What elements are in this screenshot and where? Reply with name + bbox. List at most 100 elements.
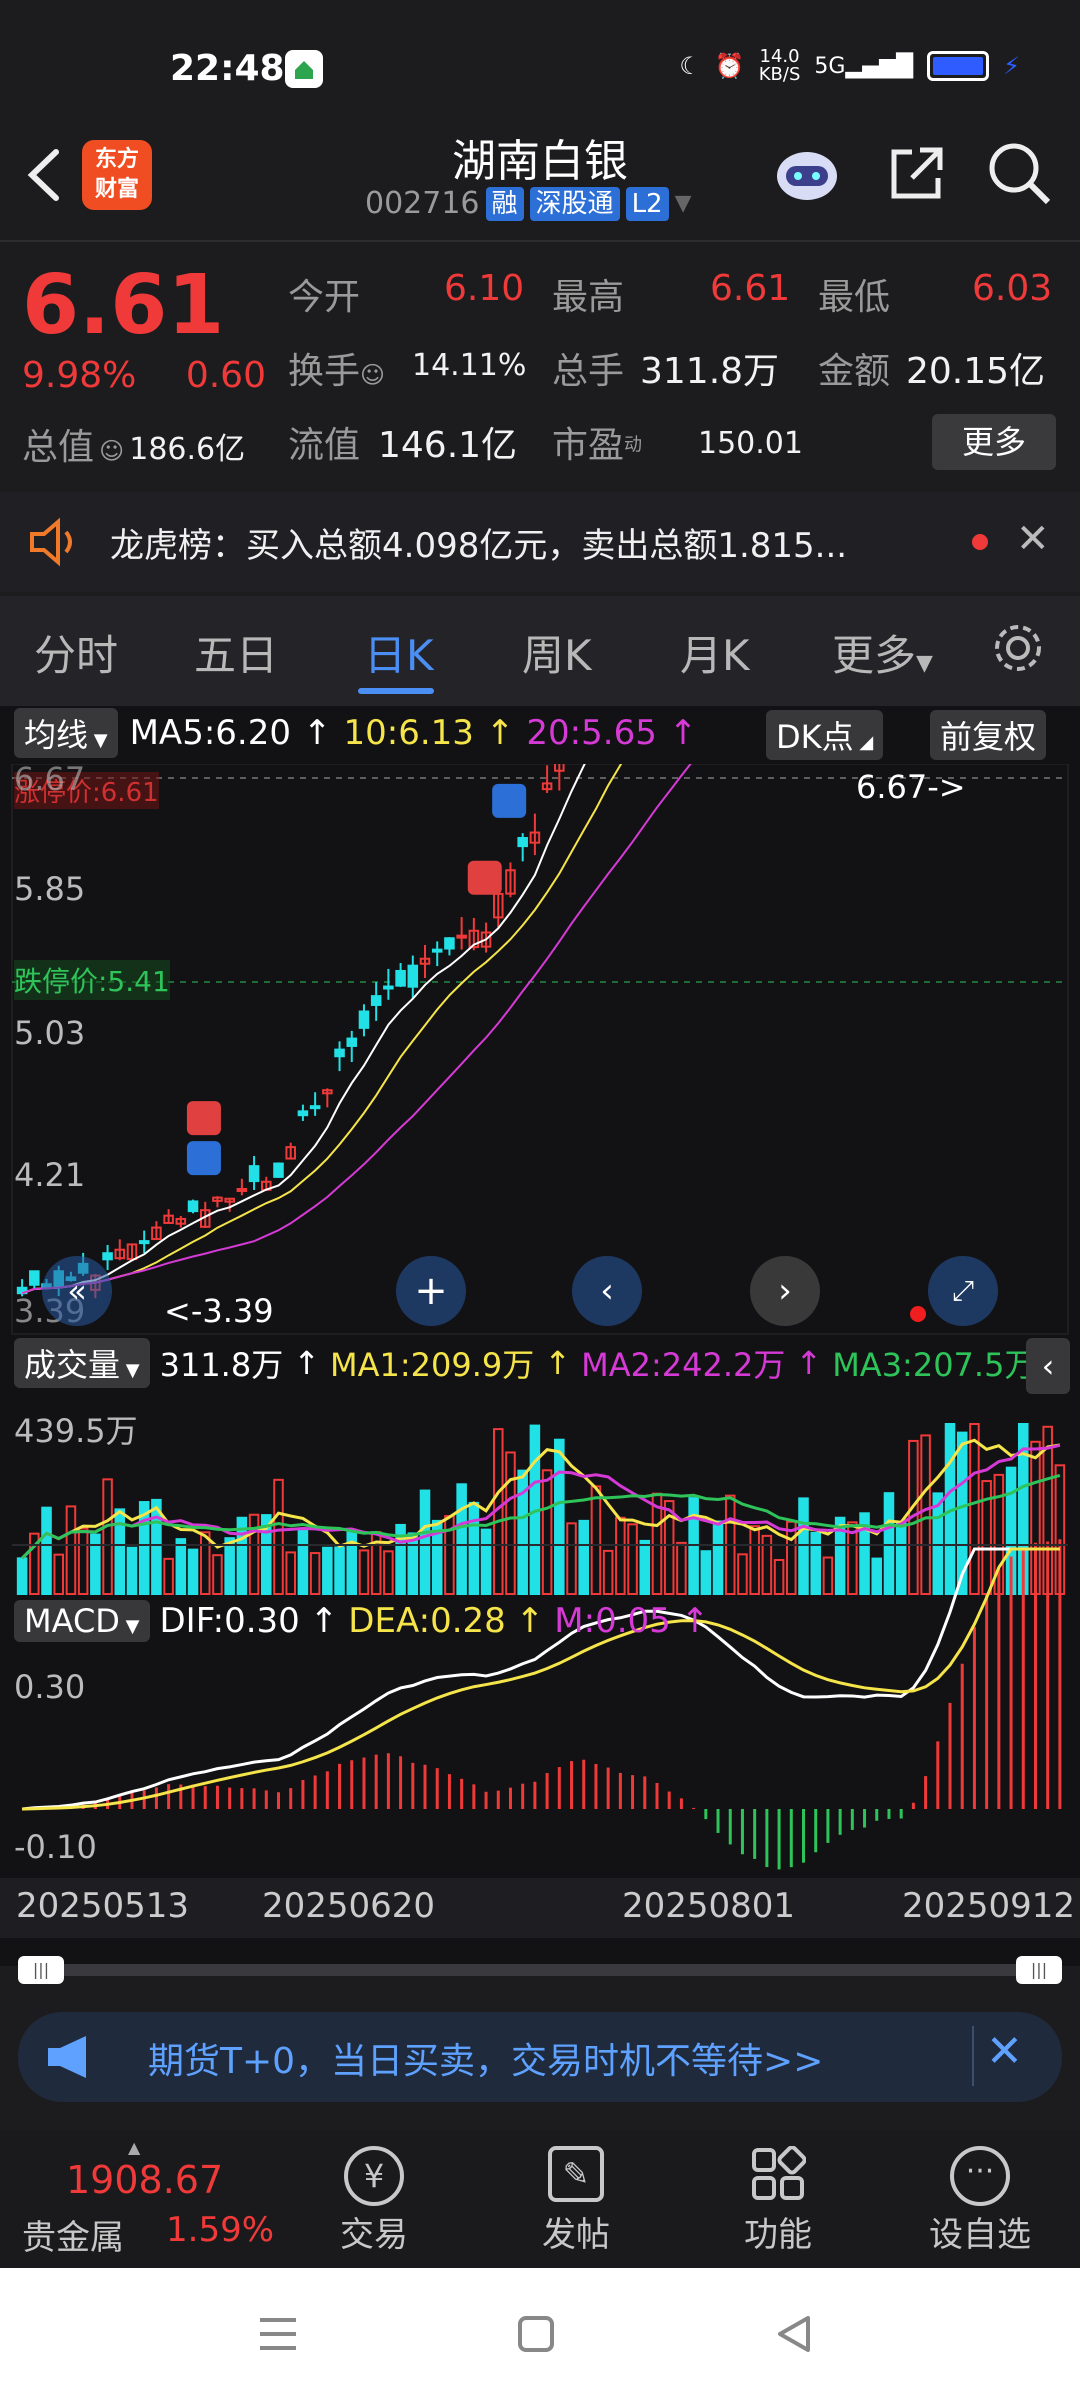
volume-selector[interactable]: 成交量 ▼ [14, 1338, 150, 1388]
volume-bar [895, 1522, 907, 1596]
volume-bar [102, 1478, 113, 1595]
ad-close-icon[interactable]: ✕ [986, 2026, 1023, 2077]
signal-badge [492, 783, 527, 818]
up-arrow-icon: ↑ [668, 713, 698, 753]
scroll-left-icon[interactable]: ‹ [572, 1256, 642, 1326]
grid-icon [750, 2145, 807, 2202]
stock-code-row[interactable]: 002716 融 深股通 L2 ▼ [365, 186, 692, 221]
macd-selector[interactable]: MACD ▼ [14, 1600, 150, 1642]
volume-bar [175, 1538, 187, 1595]
volume-bar [920, 1434, 931, 1595]
battery-icon [927, 51, 990, 81]
dragon-tiger-notice[interactable]: 龙虎榜：买入总额4.098亿元，卖出总额1.815... ✕ [0, 492, 1080, 592]
range-right-handle[interactable]: ||| [1016, 1956, 1062, 1984]
up-arrow-icon: ↑ [485, 713, 515, 753]
back-triangle-icon[interactable] [774, 2312, 814, 2360]
y-tick: 5.85 [14, 870, 86, 908]
ma-selector-label: 均线 [24, 716, 89, 754]
tab-more[interactable]: 更多▼ [832, 622, 933, 683]
macd-legend: MACD ▼ DIF:0.30 ↑ DEA:0.28 ↑ M:0.05 ↑ [14, 1600, 709, 1642]
candle-body [517, 837, 528, 848]
dk-point-button[interactable]: DK点 ◢ [766, 710, 884, 760]
volume-bar [358, 1549, 370, 1595]
macd-dea: DEA:0.28 [348, 1601, 506, 1641]
ad-banner[interactable]: 期货T+0，当日买卖，交易时机不等待>> ✕ [18, 2012, 1062, 2102]
fullscreen-icon[interactable]: ⤢ [928, 1256, 998, 1326]
function-label: 功能 [744, 2215, 812, 2255]
search-icon[interactable] [984, 138, 1054, 208]
volume-bar [578, 1519, 590, 1596]
tab-monthly-k[interactable]: 月K [680, 622, 750, 683]
bottom-toolbar: ▲ 1908.67 贵金属 1.59% ¥ 交易 ✎ 发帖 功能 ··· 设自选 [0, 2130, 1080, 2268]
volume-bar [688, 1497, 699, 1596]
volume-bar [41, 1506, 52, 1595]
more-dots-icon: ··· [950, 2146, 1010, 2206]
range-left-handle[interactable]: ||| [18, 1956, 64, 1984]
candle-body [273, 1162, 284, 1178]
stock-header: 东方 财富 湖南白银 002716 融 深股通 L2 ▼ [0, 120, 1080, 240]
ma20-value: 20:5.65 [526, 713, 657, 753]
volume-bar [90, 1533, 101, 1595]
ad-text: 期货T+0，当日买卖，交易时机不等待>> [148, 2041, 824, 2082]
function-button[interactable]: 功能 [688, 2130, 868, 2268]
max-price-marker: 6.67-> [856, 768, 966, 806]
trade-button[interactable]: ¥ 交易 [284, 2130, 464, 2268]
change-row: 9.98% 0.60 [22, 355, 266, 396]
volume-bar [77, 1527, 89, 1595]
ma-lines [21, 764, 692, 1295]
date-tick: 20250513 [16, 1886, 190, 1926]
more-quote-button[interactable]: 更多 [932, 414, 1056, 470]
trade-label: 交易 [340, 2215, 408, 2255]
range-scrollbar[interactable] [18, 1964, 1062, 1976]
sector-index[interactable]: ▲ 1908.67 贵金属 1.59% [0, 2130, 274, 2268]
macd-selector-label: MACD [24, 1602, 120, 1640]
volume-legend: 成交量 ▼ 311.8万 ↑ MA1:209.9万 ↑ MA2:242.2万 ↑ MA… [14, 1338, 1073, 1388]
period-tabs: 分时 五日 日K 周K 月K 更多▼ [0, 596, 1080, 706]
ma5-value: MA5:6.20 [129, 713, 291, 753]
volume-bar [65, 1505, 77, 1596]
volume-bar [505, 1451, 516, 1595]
zoom-in-icon[interactable]: + [396, 1256, 466, 1326]
volume-bar [297, 1529, 309, 1596]
ma10-value: 10:6.13 [343, 713, 474, 753]
tab-five-day[interactable]: 五日 [194, 622, 278, 683]
y-tick: 5.03 [14, 1014, 86, 1052]
post-button[interactable]: ✎ 发帖 [486, 2130, 666, 2268]
dropdown-icon: ▼ [674, 191, 692, 216]
status-icons: ☾ ⏰ 14.0 KB/S 5G▂▄▆█ ⚡ [679, 48, 1020, 84]
candle-body [187, 1200, 199, 1213]
settings-gear-icon[interactable] [990, 620, 1046, 680]
adjust-button[interactable]: 前复权 [930, 710, 1047, 760]
info-icon[interactable]: ☺ [360, 361, 385, 389]
tab-intraday[interactable]: 分时 [34, 622, 118, 683]
low-label: 最低 [818, 277, 891, 318]
volume-bar [810, 1531, 821, 1595]
ad-divider [972, 2026, 974, 2086]
robot-assistant-icon[interactable] [772, 138, 842, 208]
tab-daily-k[interactable]: 日K [364, 622, 434, 683]
volume-label: 总手 [552, 351, 625, 392]
home-icon[interactable] [516, 2314, 556, 2358]
menu-icon[interactable] [256, 2314, 300, 2358]
volume-bar [749, 1525, 760, 1595]
limit-down-label: 跌停价:5.41 [14, 960, 170, 1000]
volume-bar [334, 1546, 345, 1596]
moon-icon: ☾ [679, 52, 701, 80]
speaker-icon [26, 516, 82, 572]
sector-pct: 1.59% [166, 2210, 275, 2250]
tab-weekly-k[interactable]: 周K [522, 622, 592, 683]
ma-selector[interactable]: 均线 ▼ [14, 708, 118, 758]
kline-chart-panel[interactable]: 均线 ▼ MA5:6.20 ↑ 10:6.13 ↑ 20:5.65 ↑ DK点 ◢ 前… [0, 706, 1080, 1966]
scroll-far-left-icon[interactable]: « [42, 1256, 112, 1326]
info-icon[interactable]: ☺ [99, 437, 124, 465]
scroll-right-icon[interactable]: › [750, 1256, 820, 1326]
collapse-panel-icon[interactable]: ‹ [1026, 1338, 1070, 1394]
low-value: 6.03 [972, 268, 1053, 309]
share-icon[interactable] [882, 138, 952, 208]
watchlist-label: 设自选 [929, 2215, 1031, 2255]
add-watchlist-button[interactable]: ··· 设自选 [890, 2130, 1070, 2268]
close-icon[interactable]: ✕ [1016, 516, 1050, 562]
date-tick: 20250620 [262, 1886, 436, 1926]
header-divider [0, 240, 1080, 242]
mktcap-row: 总值 ☺ 186.6亿 [22, 418, 245, 470]
